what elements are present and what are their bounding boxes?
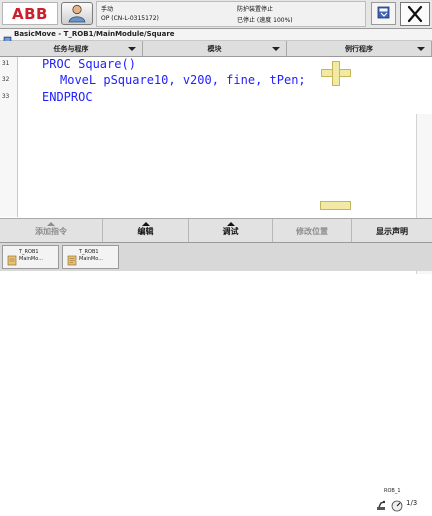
close-icon	[401, 5, 429, 29]
safety-status-text: 防护装置停止	[237, 6, 274, 13]
status-panel: 手动 OP (CN-L-0315172) 防护装置停止 已停止 (速度 100%…	[96, 1, 366, 27]
run-status-text: 已停止 (速度 100%)	[237, 17, 293, 24]
robot-icon	[374, 497, 388, 516]
window-title-bar: BasicMove - T_ROB1/MainModule/Square	[0, 29, 432, 45]
program-editor-icon	[67, 251, 77, 266]
modify-position-button[interactable]: 修改位置	[273, 219, 352, 242]
menu-routines[interactable]: 例行程序	[287, 41, 432, 56]
chevron-down-icon	[128, 47, 136, 51]
abb-logo[interactable]: ABB	[2, 2, 58, 25]
user-button[interactable]	[61, 2, 93, 25]
zoom-in-button[interactable]	[321, 61, 351, 86]
abb-logo-text: ABB	[12, 5, 48, 23]
chevron-down-icon	[272, 47, 280, 51]
close-button[interactable]	[400, 2, 430, 26]
top-status-bar: ABB 手动 OP (CN-L-0315172) 防护装置停止 已停止 (速度 …	[0, 0, 432, 29]
code-editor[interactable]: 31 32 33 PROC Square() MoveL pSquare10, …	[0, 57, 432, 274]
menu-label: 模块	[207, 45, 222, 53]
program-icon	[7, 251, 17, 266]
line-number-gutter: 31 32 33	[0, 57, 18, 217]
line-number: 32	[2, 76, 10, 83]
button-label: 添加指令	[35, 227, 67, 236]
taskbar: T_ROB1 MainMo... T_ROB1 MainMo... ROB_1	[0, 242, 432, 512]
show-declaration-button[interactable]: 显示声明	[352, 219, 432, 242]
button-label: 修改位置	[296, 227, 328, 236]
mode-text: 手动	[101, 6, 114, 13]
button-label: 编辑	[137, 227, 154, 236]
edit-button[interactable]: 编辑	[103, 219, 189, 242]
task-button-program-editor[interactable]: T_ROB1 MainMo...	[62, 245, 119, 269]
button-label: 显示声明	[376, 227, 408, 236]
controller-text: OP (CN-L-0315172)	[101, 15, 159, 22]
task-label: T_ROB1 MainMo...	[19, 249, 43, 263]
chevron-down-icon	[417, 47, 425, 51]
user-icon	[62, 4, 92, 28]
robot-label: ROB_1	[384, 488, 401, 494]
program-menu-bar: 任务与程序 模块 例行程序	[0, 41, 432, 57]
window-icon	[372, 6, 395, 28]
task-label-line: T_ROB1	[19, 249, 39, 255]
task-label-line: MainMo...	[79, 256, 103, 262]
speed-icon	[390, 497, 404, 516]
menu-modules[interactable]: 模块	[143, 41, 287, 56]
command-bar: 添加指令 编辑 调试 修改位置 显示声明	[0, 218, 432, 242]
add-instruction-button[interactable]: 添加指令	[0, 219, 103, 242]
code-line[interactable]: ENDPROC	[42, 90, 93, 104]
zoom-out-button[interactable]	[320, 201, 351, 210]
task-label-line: T_ROB1	[79, 249, 99, 255]
code-line[interactable]: MoveL pSquare10, v200, fine, tPen;	[60, 73, 306, 87]
window-title: BasicMove - T_ROB1/MainModule/Square	[14, 30, 175, 38]
menu-label: 例行程序	[345, 45, 373, 53]
button-label: 调试	[222, 227, 239, 236]
speed-value: 1/3	[406, 499, 418, 507]
task-label: T_ROB1 MainMo...	[79, 249, 103, 263]
menu-tasks-programs[interactable]: 任务与程序	[0, 41, 143, 56]
code-line[interactable]: PROC Square()	[42, 57, 136, 71]
task-label-line: MainMo...	[19, 256, 43, 262]
line-number: 31	[2, 60, 10, 67]
line-number: 33	[2, 93, 10, 100]
menu-label: 任务与程序	[53, 45, 89, 53]
debug-button[interactable]: 调试	[189, 219, 273, 242]
task-window-button[interactable]	[371, 2, 396, 25]
quickset-area[interactable]: ROB_1 1/3	[360, 485, 432, 513]
task-button-program-data[interactable]: T_ROB1 MainMo...	[2, 245, 59, 269]
